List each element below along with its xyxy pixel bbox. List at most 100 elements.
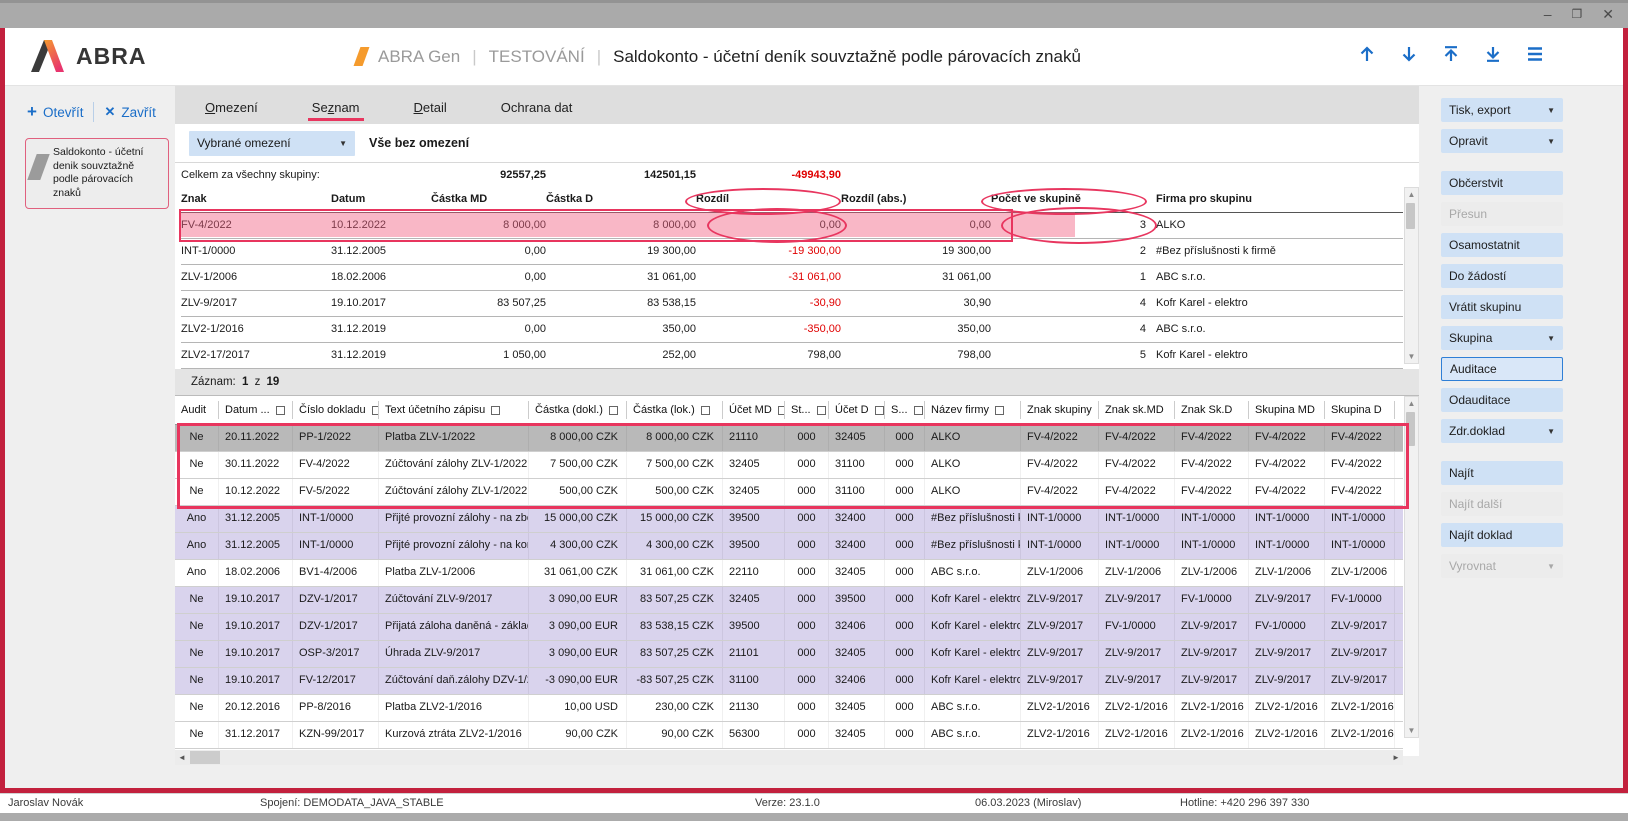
- arrow-last-icon[interactable]: [1483, 44, 1503, 64]
- table-row[interactable]: Ne10.12.2022FV-5/2022Zúčtování zálohy ZL…: [175, 479, 1403, 506]
- table-row[interactable]: Ano31.12.2005INT-1/0000Přijté provozní z…: [175, 506, 1403, 533]
- filter-box-icon[interactable]: [491, 406, 500, 415]
- action-najit-button[interactable]: Najít: [1441, 461, 1563, 485]
- open-agenda-card[interactable]: Saldokonto - účetní denik souvztažně pod…: [25, 138, 169, 209]
- column-header[interactable]: Znak Sk.D: [1175, 401, 1249, 419]
- table-cell: 19 300,00: [841, 239, 991, 264]
- journal-scrollbar[interactable]: ▲ ▼: [1404, 396, 1419, 738]
- column-header[interactable]: Částka MD: [431, 187, 546, 212]
- action-vratit-skupinu-button[interactable]: Vrátit skupinu: [1441, 295, 1563, 319]
- scrollbar-thumb[interactable]: [1406, 203, 1415, 229]
- filter-box-icon[interactable]: [778, 406, 785, 415]
- scrollbar-thumb[interactable]: [1406, 412, 1415, 446]
- column-header[interactable]: Rozdíl (abs.): [841, 187, 991, 212]
- filter-box-icon[interactable]: [914, 406, 923, 415]
- table-row[interactable]: FV-4/202210.12.20228 000,008 000,000,000…: [181, 213, 1403, 239]
- filter-box-icon[interactable]: [995, 406, 1004, 415]
- selected-restriction-dropdown[interactable]: Vybrané omezení ▼: [189, 131, 355, 156]
- table-row[interactable]: Ne19.10.2017OSP-3/2017Úhrada ZLV-9/20173…: [175, 641, 1403, 668]
- scroll-left-icon[interactable]: ◄: [175, 750, 189, 765]
- column-header[interactable]: Znak: [181, 187, 331, 212]
- table-row[interactable]: Ano31.12.2005INT-1/0000Přijté provozní z…: [175, 533, 1403, 560]
- close-label: Zavřít: [121, 105, 156, 120]
- table-cell: 31 061,00 CZK: [627, 560, 723, 586]
- column-header[interactable]: Rozdíl: [696, 187, 841, 212]
- scrollbar-thumb[interactable]: [190, 751, 220, 764]
- chevron-down-icon: ▼: [1547, 137, 1555, 146]
- table-row[interactable]: Ne20.12.2016PP-8/2016Platba ZLV2-1/20161…: [175, 695, 1403, 722]
- table-row[interactable]: Ano18.02.2006BV1-4/2006Platba ZLV-1/2006…: [175, 560, 1403, 587]
- table-row[interactable]: ZLV-9/201719.10.201783 507,2583 538,15-3…: [181, 291, 1403, 317]
- maximize-button[interactable]: ❐: [1572, 3, 1583, 25]
- scroll-right-icon[interactable]: ►: [1389, 750, 1403, 765]
- window-bottom-edge: [0, 813, 1628, 821]
- column-header[interactable]: Účet D: [829, 401, 885, 419]
- open-button[interactable]: + Otevřít: [27, 105, 83, 120]
- column-header[interactable]: Částka (lok.): [627, 401, 723, 419]
- column-header[interactable]: Znak skupiny: [1021, 401, 1099, 419]
- table-row[interactable]: Ne20.11.2022PP-1/2022Platba ZLV-1/20228 …: [175, 425, 1403, 452]
- groups-scrollbar[interactable]: ▲ ▼: [1404, 187, 1419, 364]
- table-row[interactable]: ZLV2-1/201631.12.20190,00350,00-350,0035…: [181, 317, 1403, 343]
- action-tisk-export-button[interactable]: Tisk, export▼: [1441, 98, 1563, 122]
- column-header[interactable]: Datum: [331, 187, 431, 212]
- menu-icon[interactable]: [1525, 44, 1545, 64]
- scroll-down-icon[interactable]: ▼: [1405, 350, 1418, 363]
- table-cell: 39500: [829, 587, 885, 613]
- action-auditace-button[interactable]: Auditace: [1441, 357, 1563, 381]
- arrow-down-icon[interactable]: [1399, 44, 1419, 64]
- column-header[interactable]: Částka (dokl.): [529, 401, 627, 419]
- action-najit-doklad-button[interactable]: Najít doklad: [1441, 523, 1563, 547]
- arrow-up-icon[interactable]: [1357, 44, 1377, 64]
- filter-box-icon[interactable]: [276, 406, 285, 415]
- column-header[interactable]: Audit: [175, 401, 219, 419]
- filter-box-icon[interactable]: [701, 406, 710, 415]
- action-opravit-button[interactable]: Opravit▼: [1441, 129, 1563, 153]
- tab-omezeni[interactable]: Omezení: [201, 100, 262, 124]
- close-tab-button[interactable]: ✕ Zavřít: [104, 104, 155, 120]
- scroll-up-icon[interactable]: ▲: [1405, 397, 1418, 410]
- column-header[interactable]: Firma pro skupinu: [1146, 187, 1403, 212]
- table-row[interactable]: Ne19.10.2017DZV-1/2017Přijatá záloha dan…: [175, 614, 1403, 641]
- table-row[interactable]: ZLV-1/200618.02.20060,0031 061,00-31 061…: [181, 265, 1403, 291]
- column-header[interactable]: S...: [885, 401, 925, 419]
- column-header[interactable]: Datum ...: [219, 401, 293, 419]
- action-odauditace-button[interactable]: Odauditace: [1441, 388, 1563, 412]
- tab-seznam[interactable]: Seznam: [308, 100, 364, 124]
- table-row[interactable]: INT-1/000031.12.20050,0019 300,00-19 300…: [181, 239, 1403, 265]
- tab-ochrana-dat[interactable]: Ochrana dat: [497, 100, 577, 124]
- table-row[interactable]: Ne19.10.2017FV-12/2017Zúčtování daň.zálo…: [175, 668, 1403, 695]
- filter-box-icon[interactable]: [817, 406, 826, 415]
- column-header[interactable]: Název firmy: [925, 401, 1021, 419]
- close-button[interactable]: ✕: [1602, 3, 1614, 25]
- filter-box-icon[interactable]: [875, 406, 884, 415]
- action-do-zadosti-button[interactable]: Do žádostí: [1441, 264, 1563, 288]
- column-header[interactable]: Znak sk.MD: [1099, 401, 1175, 419]
- minimize-button[interactable]: –: [1544, 3, 1552, 25]
- journal-hscrollbar[interactable]: ◄ ►: [175, 750, 1403, 765]
- action-zdr-doklad-button[interactable]: Zdr.doklad▼: [1441, 419, 1563, 443]
- column-header[interactable]: Počet ve skupině: [991, 187, 1146, 212]
- scroll-up-icon[interactable]: ▲: [1405, 188, 1418, 201]
- filter-box-icon[interactable]: [372, 406, 379, 415]
- table-cell: Kofr Karel - elektro: [925, 641, 1021, 667]
- arrow-first-icon[interactable]: [1441, 44, 1461, 64]
- column-header[interactable]: Účet MD: [723, 401, 785, 419]
- column-header[interactable]: Skupina D: [1325, 401, 1395, 419]
- column-header[interactable]: St...: [785, 401, 829, 419]
- table-row[interactable]: Ne31.12.2017KZN-99/2017Kurzová ztráta ZL…: [175, 722, 1403, 749]
- table-row[interactable]: Ne30.11.2022FV-4/2022Zúčtování zálohy ZL…: [175, 452, 1403, 479]
- divider: [93, 102, 94, 122]
- action-skupina-button[interactable]: Skupina▼: [1441, 326, 1563, 350]
- column-header[interactable]: Částka D: [546, 187, 696, 212]
- table-row[interactable]: ZLV2-17/201731.12.20191 050,00252,00798,…: [181, 343, 1403, 369]
- scroll-down-icon[interactable]: ▼: [1405, 724, 1418, 737]
- filter-box-icon[interactable]: [609, 406, 618, 415]
- tab-detail[interactable]: Detail: [410, 100, 451, 124]
- table-row[interactable]: Ne19.10.2017DZV-1/2017Zúčtování ZLV-9/20…: [175, 587, 1403, 614]
- action-osamostatnit-button[interactable]: Osamostatnit: [1441, 233, 1563, 257]
- column-header[interactable]: Text účetního zápisu: [379, 401, 529, 419]
- column-header[interactable]: Skupina MD: [1249, 401, 1325, 419]
- column-header[interactable]: Číslo dokladu: [293, 401, 379, 419]
- action-obcerstvit-button[interactable]: Občerstvit: [1441, 171, 1563, 195]
